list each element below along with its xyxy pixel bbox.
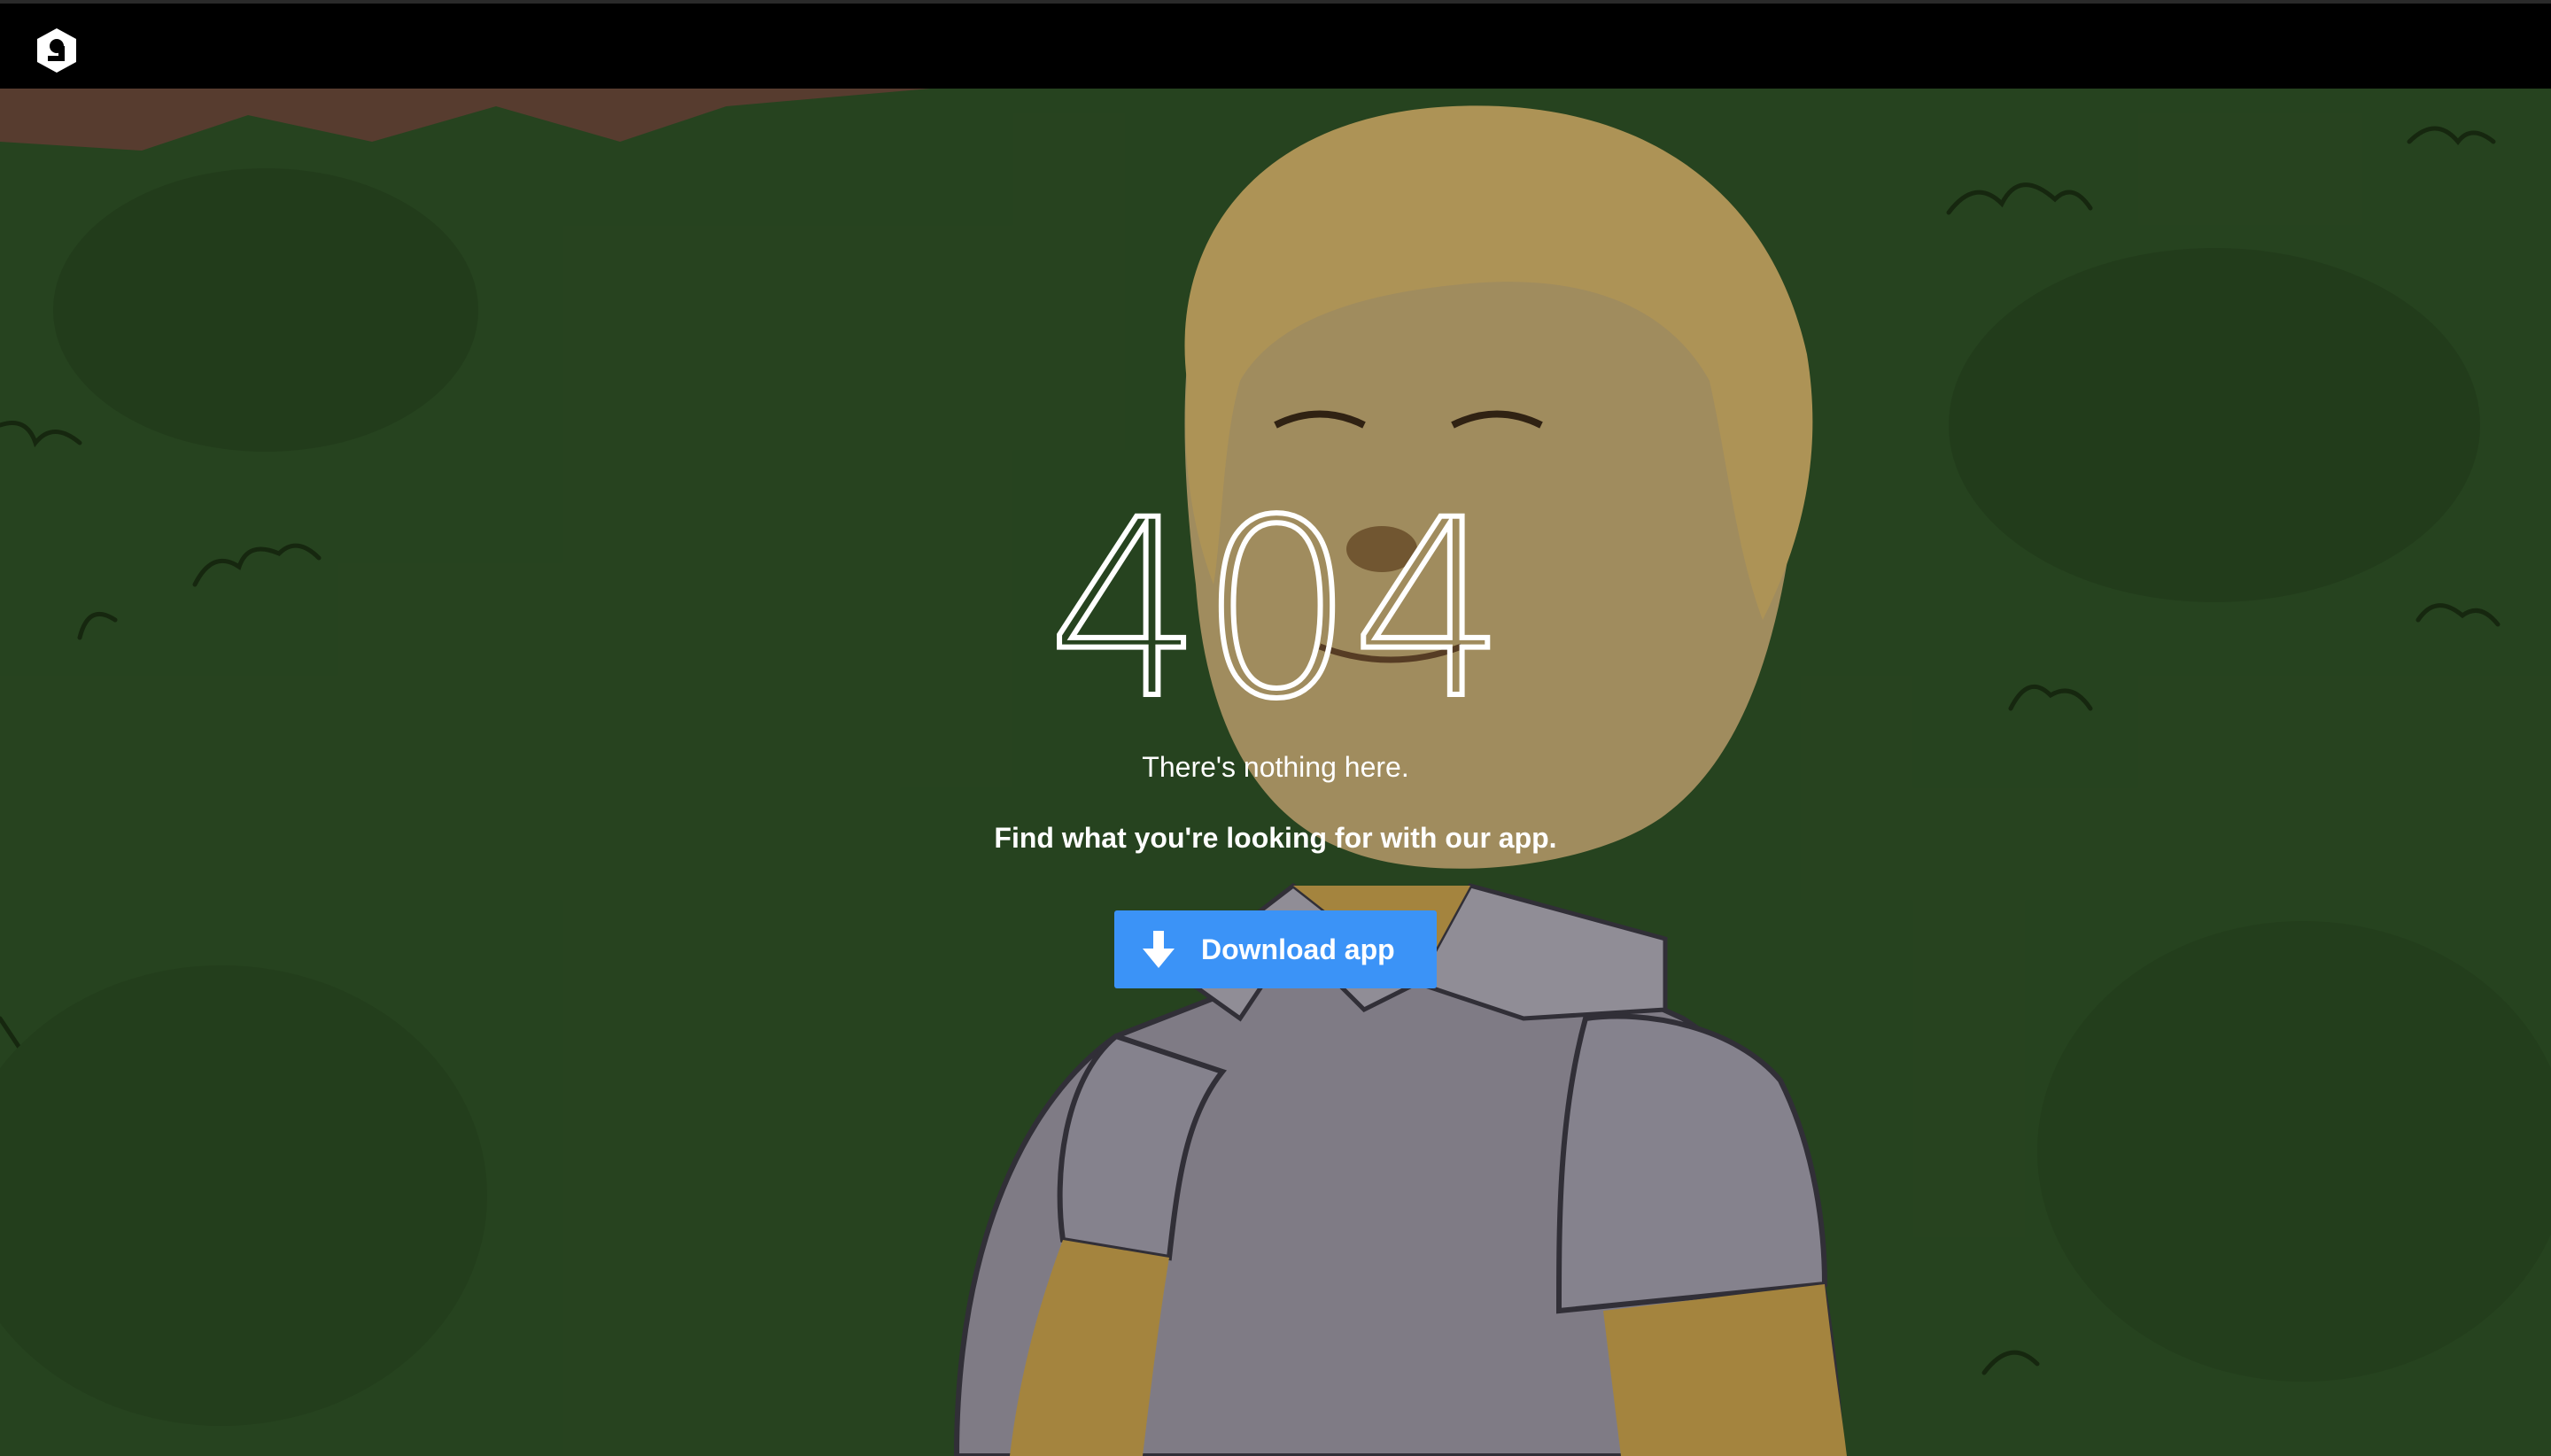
- 9gag-logo-icon[interactable]: [34, 27, 80, 74]
- download-arrow-icon: [1143, 931, 1175, 968]
- top-bar: [0, 0, 2551, 89]
- error-code: 404: [1045, 469, 1510, 753]
- error-message: There's nothing here.: [1142, 751, 1409, 783]
- download-app-label: Download app: [1201, 933, 1395, 965]
- download-app-button[interactable]: Download app: [1114, 910, 1437, 988]
- app-cta-text: Find what you're looking for with our ap…: [994, 822, 1557, 854]
